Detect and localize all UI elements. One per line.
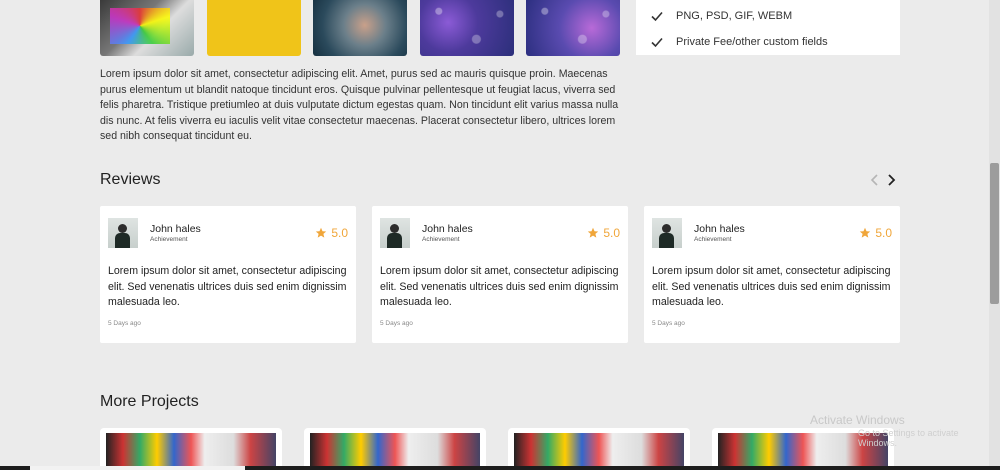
feature-item: Private Fee/other custom fields [650,35,828,49]
check-icon [651,37,663,48]
reviewer-name: John hales [150,223,201,235]
project-card[interactable] [100,428,282,470]
project-image [514,433,684,470]
review-time: 5 Days ago [652,320,685,327]
project-image [106,433,276,470]
review-card: John hales Achievement 5.0 Lorem ipsum d… [644,206,900,343]
reviewer-role: Achievement [422,236,460,243]
rating-value: 5.0 [875,226,892,240]
review-rating: 5.0 [315,226,348,240]
review-text: Lorem ipsum dolor sit amet, consectetur … [652,265,891,309]
gallery-thumbnail-3[interactable] [313,0,407,56]
project-description: Lorem ipsum dolor sit amet, consectetur … [100,68,619,143]
gallery-thumbnail-4[interactable] [420,0,514,56]
review-rating: 5.0 [587,226,620,240]
features-card: PNG, PSD, GIF, WEBM Private Fee/other cu… [636,0,900,55]
reviewer-name: John hales [694,223,745,235]
reviewer-role: Achievement [150,236,188,243]
review-card: John hales Achievement 5.0 Lorem ipsum d… [100,206,356,343]
check-icon [651,11,663,22]
chevron-left-icon [870,174,878,186]
project-image [310,433,480,470]
review-time: 5 Days ago [108,320,141,327]
review-card: John hales Achievement 5.0 Lorem ipsum d… [372,206,628,343]
avatar [652,218,682,248]
star-icon [860,227,871,238]
avatar [380,218,410,248]
chevron-right-icon [888,174,896,186]
more-projects-heading: More Projects [100,393,199,410]
gallery-thumbnail-2[interactable] [207,0,301,56]
review-text: Lorem ipsum dolor sit amet, consectetur … [108,265,347,309]
feature-label: PNG, PSD, GIF, WEBM [676,10,793,22]
feature-item: PNG, PSD, GIF, WEBM [650,9,792,23]
review-rating: 5.0 [859,226,892,240]
activate-windows-watermark: Activate Windows [810,413,905,427]
project-card[interactable] [508,428,690,470]
reviews-heading: Reviews [100,171,161,188]
review-time: 5 Days ago [380,320,413,327]
project-card[interactable] [304,428,486,470]
avatar [108,218,138,248]
taskbar [0,466,1000,470]
star-icon [588,227,599,238]
feature-label: Private Fee/other custom fields [676,36,828,48]
rating-value: 5.0 [603,226,620,240]
review-text: Lorem ipsum dolor sit amet, consectetur … [380,265,619,309]
gallery-thumbnail-5[interactable] [526,0,620,56]
scrollbar-thumb[interactable] [990,163,999,304]
star-icon [316,227,327,238]
reviewer-name: John hales [422,223,473,235]
reviewer-role: Achievement [694,236,732,243]
activate-windows-subtext: Go to Settings to activate Windows. [858,428,959,448]
rating-value: 5.0 [331,226,348,240]
gallery-thumbnail-1[interactable] [100,0,194,56]
reviews-next-button[interactable] [884,172,898,188]
taskbar-search-box[interactable] [30,466,245,470]
reviews-prev-button[interactable] [868,172,882,188]
